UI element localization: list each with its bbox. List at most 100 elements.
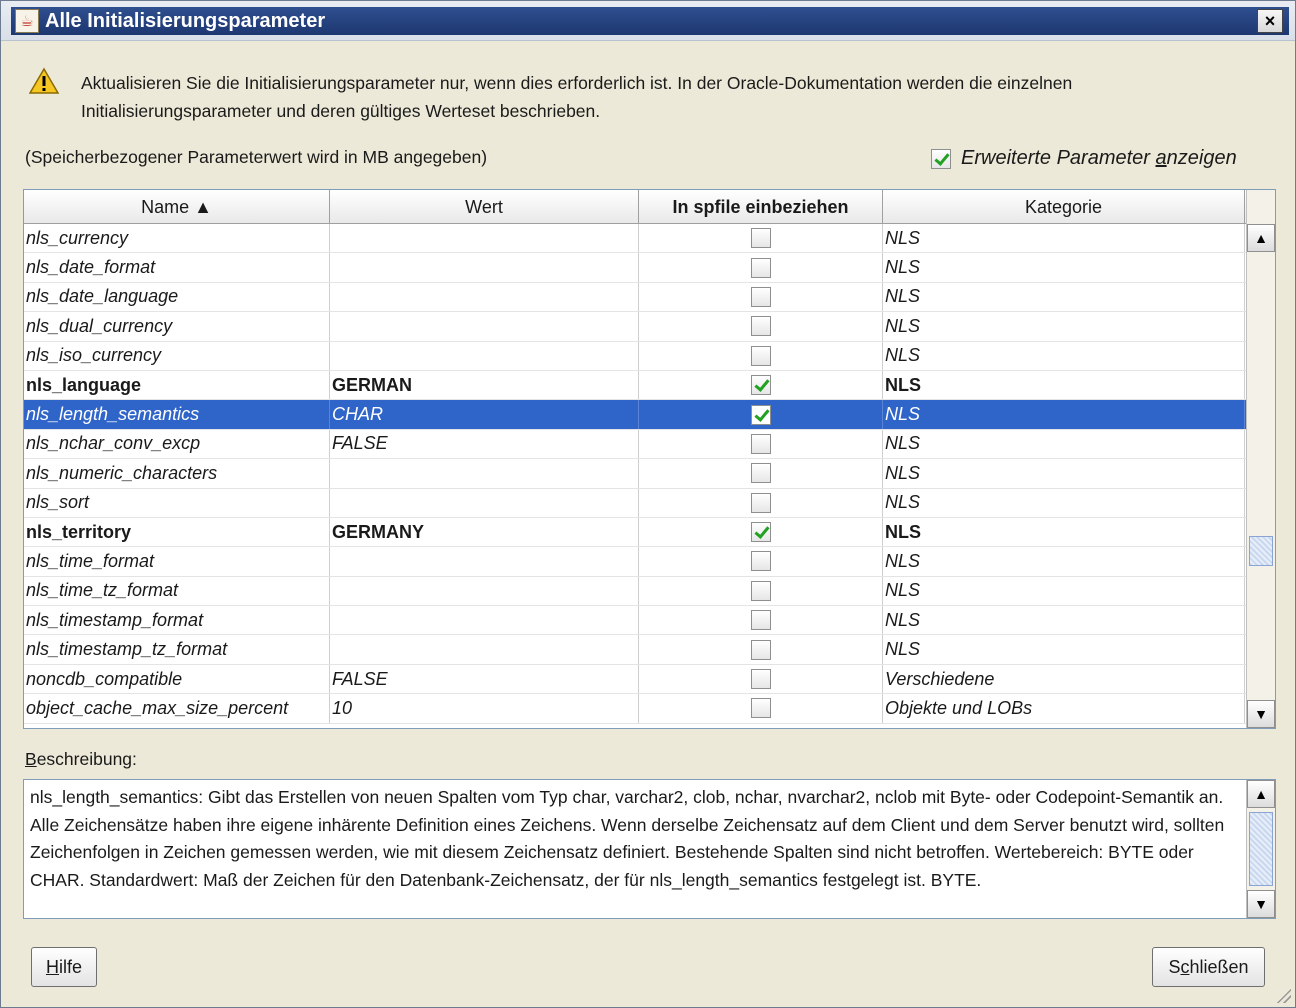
param-category-cell[interactable]: NLS [883, 606, 1245, 635]
param-value-cell[interactable] [330, 606, 639, 635]
include-spfile-cell[interactable] [639, 370, 883, 400]
scroll-down-button[interactable]: ▼ [1247, 700, 1275, 728]
include-spfile-cell[interactable] [639, 488, 883, 517]
param-value-cell[interactable]: FALSE [330, 429, 639, 459]
advanced-parameters-check-box[interactable] [931, 148, 951, 169]
param-category-cell[interactable]: NLS [883, 576, 1245, 606]
param-name-cell[interactable]: nls_length_semantics [24, 400, 330, 429]
param-category-cell[interactable]: NLS [883, 429, 1245, 459]
include-spfile-cell[interactable] [639, 547, 883, 576]
param-name-cell[interactable]: nls_dual_currency [24, 312, 330, 341]
include-spfile-cell[interactable] [639, 224, 883, 253]
param-value-cell[interactable]: FALSE [330, 664, 639, 694]
description-scroll-up[interactable]: ▲ [1247, 780, 1275, 808]
advanced-parameters-checkbox[interactable]: Erweiterte Parameter anzeigen [931, 147, 1237, 170]
param-value-cell[interactable] [330, 282, 639, 312]
include-spfile-cell[interactable] [639, 341, 883, 370]
table-row[interactable]: nls_sort NLS [24, 488, 1246, 518]
include-spfile-cell[interactable] [639, 312, 883, 341]
scroll-up-button[interactable]: ▲ [1247, 224, 1275, 252]
table-row[interactable]: nls_numeric_characters NLS [24, 459, 1246, 489]
param-value-cell[interactable] [330, 459, 639, 488]
param-value-cell[interactable] [330, 488, 639, 517]
include-spfile-checkbox[interactable] [750, 669, 771, 690]
param-name-cell[interactable]: object_cache_max_size_percent [24, 694, 330, 723]
param-name-cell[interactable]: nls_language [24, 370, 330, 400]
include-spfile-checkbox[interactable] [750, 375, 771, 396]
include-spfile-cell[interactable] [639, 517, 883, 547]
include-spfile-cell[interactable] [639, 253, 883, 282]
include-spfile-checkbox[interactable] [750, 404, 771, 425]
table-row[interactable]: nls_time_format NLS [24, 547, 1246, 577]
scroll-thumb[interactable] [1249, 536, 1273, 566]
close-button[interactable]: Schließen [1152, 947, 1265, 987]
include-spfile-cell[interactable] [639, 694, 883, 723]
param-name-cell[interactable]: nls_timestamp_format [24, 606, 330, 635]
param-value-cell[interactable]: CHAR [330, 400, 639, 429]
column-header-include-spfile[interactable]: In spfile einbeziehen [639, 190, 883, 224]
include-spfile-checkbox[interactable] [750, 433, 771, 454]
include-spfile-checkbox[interactable] [750, 492, 771, 513]
include-spfile-cell[interactable] [639, 282, 883, 312]
table-row[interactable]: nls_date_format NLS [24, 253, 1246, 283]
column-header-category[interactable]: Kategorie [883, 190, 1245, 224]
param-value-cell[interactable]: 10 [330, 694, 639, 723]
include-spfile-cell[interactable] [639, 459, 883, 488]
param-value-cell[interactable] [330, 635, 639, 664]
table-row[interactable]: nls_timestamp_tz_format NLS [24, 635, 1246, 665]
param-name-cell[interactable]: nls_iso_currency [24, 341, 330, 370]
param-category-cell[interactable]: NLS [883, 635, 1245, 664]
description-scroll-down[interactable]: ▼ [1247, 890, 1275, 918]
include-spfile-checkbox[interactable] [750, 698, 771, 719]
table-row[interactable]: noncdb_compatible FALSE Verschiedene [24, 664, 1246, 695]
param-category-cell[interactable]: NLS [883, 312, 1245, 341]
table-row[interactable]: nls_timestamp_format NLS [24, 606, 1246, 636]
param-category-cell[interactable]: NLS [883, 282, 1245, 312]
param-category-cell[interactable]: NLS [883, 370, 1245, 400]
param-category-cell[interactable]: NLS [883, 341, 1245, 370]
param-category-cell[interactable]: NLS [883, 547, 1245, 576]
include-spfile-cell[interactable] [639, 576, 883, 606]
param-value-cell[interactable]: GERMAN [330, 370, 639, 400]
param-name-cell[interactable]: nls_date_language [24, 282, 330, 312]
description-scroll-thumb[interactable] [1249, 812, 1273, 886]
table-row[interactable]: object_cache_max_size_percent 10 Objekte u… [24, 694, 1246, 724]
include-spfile-checkbox[interactable] [750, 286, 771, 307]
include-spfile-checkbox[interactable] [750, 257, 771, 278]
param-value-cell[interactable]: GERMANY [330, 517, 639, 547]
param-category-cell[interactable]: NLS [883, 253, 1245, 282]
param-name-cell[interactable]: nls_timestamp_tz_format [24, 635, 330, 664]
param-name-cell[interactable]: nls_currency [24, 224, 330, 253]
param-category-cell[interactable]: NLS [883, 517, 1245, 547]
include-spfile-cell[interactable] [639, 429, 883, 459]
include-spfile-checkbox[interactable] [750, 463, 771, 484]
param-value-cell[interactable] [330, 253, 639, 282]
include-spfile-checkbox[interactable] [750, 551, 771, 572]
param-name-cell[interactable]: nls_date_format [24, 253, 330, 282]
param-name-cell[interactable]: nls_time_tz_format [24, 576, 330, 606]
param-category-cell[interactable]: NLS [883, 224, 1245, 253]
include-spfile-checkbox[interactable] [750, 228, 771, 249]
include-spfile-cell[interactable] [639, 664, 883, 694]
param-category-cell[interactable]: NLS [883, 459, 1245, 488]
param-name-cell[interactable]: nls_territory [24, 517, 330, 547]
description-scrollbar[interactable]: ▲ ▼ [1246, 780, 1275, 918]
include-spfile-checkbox[interactable] [750, 580, 771, 601]
table-row[interactable]: nls_length_semantics CHAR NLS [24, 400, 1246, 430]
param-value-cell[interactable] [330, 312, 639, 341]
param-value-cell[interactable] [330, 341, 639, 370]
param-category-cell[interactable]: Objekte und LOBs [883, 694, 1245, 723]
table-row[interactable]: nls_date_language NLS [24, 282, 1246, 313]
table-scrollbar[interactable]: ▲ ▼ [1246, 190, 1275, 728]
include-spfile-checkbox[interactable] [750, 522, 771, 543]
column-header-name[interactable]: Name ▲ [24, 190, 330, 224]
include-spfile-cell[interactable] [639, 400, 883, 429]
table-row[interactable]: nls_territory GERMANY NLS [24, 517, 1246, 548]
table-row[interactable]: nls_language GERMAN NLS [24, 370, 1246, 401]
description-box[interactable]: nls_length_semantics: Gibt das Erstellen… [23, 779, 1276, 919]
param-name-cell[interactable]: nls_numeric_characters [24, 459, 330, 488]
table-row[interactable]: nls_iso_currency NLS [24, 341, 1246, 371]
help-button[interactable]: Hilfe [31, 947, 97, 987]
table-row[interactable]: nls_time_tz_format NLS [24, 576, 1246, 607]
param-name-cell[interactable]: noncdb_compatible [24, 664, 330, 694]
